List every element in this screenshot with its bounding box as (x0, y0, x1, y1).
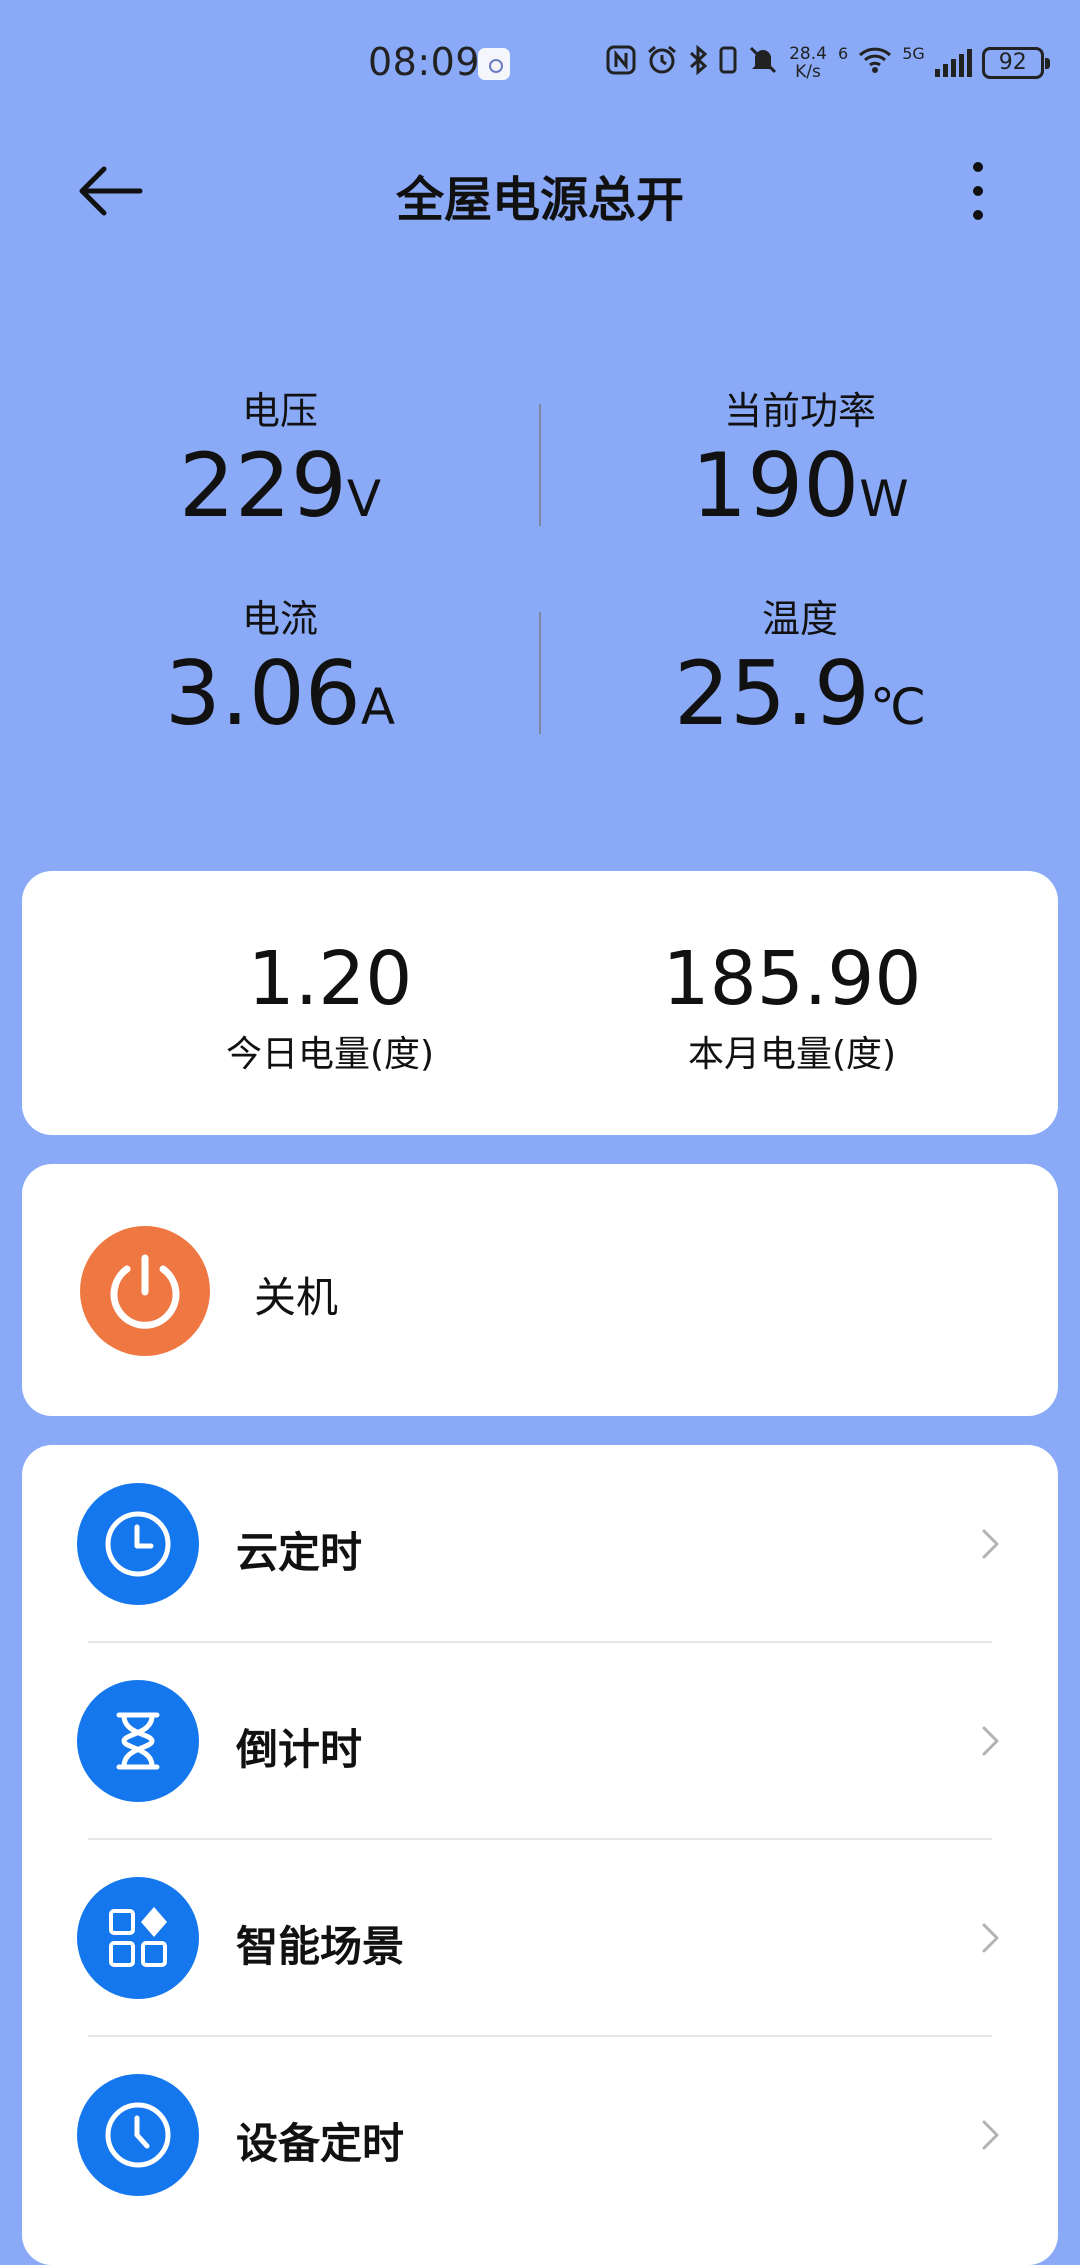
chevron-right-icon (982, 1726, 999, 1756)
voltage-label: 电压 (241, 389, 318, 433)
alarm-icon (646, 44, 678, 82)
menu-item-label: 设备定时 (236, 2119, 405, 2168)
clock-icon (105, 1511, 171, 1577)
wifi-level: 6 (838, 43, 849, 63)
voltage-value: 229 (178, 434, 347, 537)
temperature-label: 温度 (761, 597, 838, 641)
power-unit: W (859, 470, 909, 528)
more-vertical-icon (973, 162, 983, 220)
menu-item-label: 云定时 (236, 1528, 363, 1577)
status-bar: 08:09 28.4 K/s 6 5G 92 (0, 0, 1080, 126)
menu-item-smart-scene[interactable]: 智能场景 (22, 1839, 1058, 2036)
temperature-unit: ℃ (869, 678, 927, 736)
month-energy-value: 185.90 (662, 936, 922, 1022)
temperature-value-line: 25.9℃ (590, 644, 1010, 757)
power-icon (110, 1254, 180, 1329)
menu-item-cloud-timer[interactable]: 云定时 (22, 1445, 1058, 1642)
chevron-right-icon (982, 1529, 999, 1559)
scene-grid-icon-badge (77, 1877, 199, 1999)
current-metric: 电流 3.06A (70, 588, 490, 757)
page-title: 全屋电源总开 (395, 172, 684, 228)
energy-card: 1.20 今日电量(度) 185.90 本月电量(度) (22, 871, 1058, 1135)
electric-metrics: 电压 229V 当前功率 190W 电流 3.06A 温度 25.9℃ (0, 380, 1080, 760)
hourglass-icon-badge (77, 1680, 199, 1802)
temperature-metric: 温度 25.9℃ (590, 588, 1010, 757)
power-metric: 当前功率 190W (590, 380, 1010, 549)
cellular-type: 5G (902, 43, 925, 63)
power-toggle-button[interactable] (80, 1226, 210, 1356)
signal-icon (934, 49, 972, 77)
temperature-value: 25.9 (673, 642, 870, 745)
power-switch-card[interactable]: 关机 (22, 1164, 1058, 1416)
voltage-unit: V (346, 470, 382, 528)
today-energy-label: 今日电量(度) (225, 1034, 435, 1075)
menu-item-device-timer[interactable]: 设备定时 (22, 2036, 1058, 2233)
current-label: 电流 (241, 597, 318, 641)
clock-icon-badge (77, 2074, 199, 2196)
menu-item-label: 倒计时 (236, 1725, 363, 1774)
metric-divider (539, 404, 541, 526)
wifi-icon (858, 46, 892, 80)
power-label: 当前功率 (723, 389, 876, 433)
current-unit: A (360, 678, 396, 736)
current-value: 3.06 (164, 642, 361, 745)
clock-icon (105, 2102, 171, 2168)
network-speed: 28.4 K/s (789, 44, 827, 82)
scene-grid-icon (109, 1907, 167, 1967)
mute-icon (748, 44, 778, 82)
menu-item-label: 智能场景 (236, 1922, 405, 1971)
app-header: 全屋电源总开 (0, 126, 1080, 256)
more-options-button[interactable] (950, 156, 1006, 226)
month-energy-label: 本月电量(度) (687, 1034, 897, 1075)
metric-divider (539, 612, 541, 734)
bluetooth-icon (688, 44, 708, 82)
hourglass-icon (116, 1712, 160, 1770)
power-value: 190 (691, 434, 860, 537)
today-energy: 1.20 今日电量(度) (130, 937, 530, 1077)
clock-icon-badge (77, 1483, 199, 1605)
power-switch-label: 关机 (254, 1273, 339, 1322)
menu-item-countdown[interactable]: 倒计时 (22, 1642, 1058, 1839)
chevron-right-icon (982, 1923, 999, 1953)
voltage-metric: 电压 229V (70, 380, 490, 549)
status-time: 08:09 (368, 40, 481, 84)
voltage-value-line: 229V (70, 436, 490, 549)
vibrate-icon (718, 44, 738, 82)
function-menu-card: 云定时 倒计时 智能场景 设备定时 (22, 1445, 1058, 2265)
current-value-line: 3.06A (70, 644, 490, 757)
status-icons: 28.4 K/s 6 5G 92 (606, 40, 1050, 86)
nfc-icon (606, 45, 636, 81)
notification-app-icon (478, 48, 510, 80)
chevron-right-icon (982, 2120, 999, 2150)
battery-icon: 92 (981, 47, 1050, 79)
power-value-line: 190W (590, 436, 1010, 549)
today-energy-value: 1.20 (247, 936, 413, 1022)
month-energy: 185.90 本月电量(度) (592, 937, 992, 1077)
